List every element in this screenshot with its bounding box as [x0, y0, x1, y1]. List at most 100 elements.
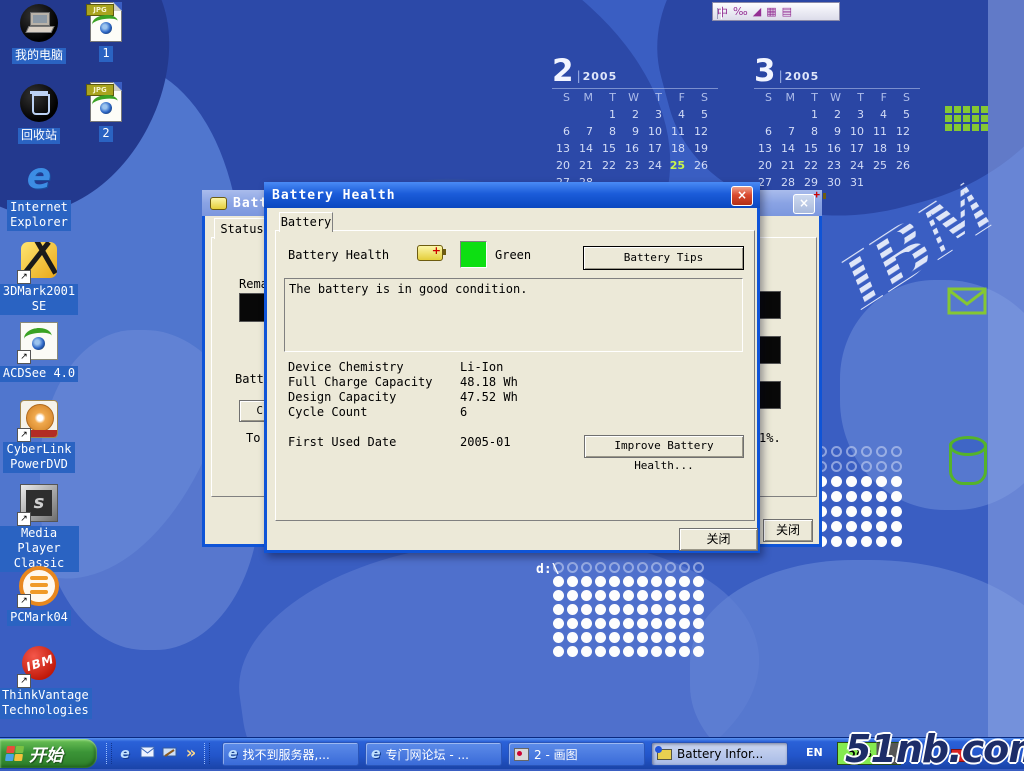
- improve-battery-health-button[interactable]: Improve Battery Health...: [584, 435, 744, 458]
- task-button-server-not-found[interactable]: e 找不到服务器,...: [222, 742, 359, 766]
- dialog-title: Battery Health: [272, 188, 396, 203]
- desktop-icon-jpg-1[interactable]: JPG 1: [78, 2, 134, 62]
- close-button[interactable]: 关闭: [679, 528, 758, 551]
- quicklaunch-grip[interactable]: [106, 743, 112, 764]
- desktop-icon-jpg-2[interactable]: JPG 2: [78, 82, 134, 142]
- quicklaunch-show-desktop-icon[interactable]: [160, 743, 178, 763]
- calendar-day: 18: [667, 142, 690, 155]
- desktop-icon-3dmark2001[interactable]: 3DMark2001 SE: [0, 242, 79, 315]
- language-bar-grip[interactable]: [717, 8, 722, 19]
- first-used-label: First Used Date: [288, 435, 396, 449]
- close-icon[interactable]: ×: [793, 194, 815, 214]
- health-status-text: Green: [495, 248, 531, 262]
- cylinder-icon: [949, 441, 987, 485]
- taskband-grip[interactable]: [204, 743, 210, 764]
- battery-health-icon: [417, 245, 443, 261]
- calendar-day: 23: [621, 159, 644, 172]
- desktop-icon-recycle-bin[interactable]: 回收站: [0, 84, 79, 144]
- calendar-day: [869, 176, 892, 189]
- windows-logo-icon: [5, 746, 25, 762]
- calendar-day: 14: [777, 142, 800, 155]
- task-button-battery-information[interactable]: Battery Infor...: [651, 742, 788, 766]
- envelope-icon: [947, 287, 987, 315]
- desktop-icon-my-computer[interactable]: 我的电脑: [0, 4, 79, 64]
- battery-health-label: Battery Health: [288, 248, 389, 262]
- calendar-weekday: W: [621, 91, 644, 104]
- calendar-day: 3: [846, 108, 869, 121]
- task-button-paint[interactable]: 2 - 画图: [508, 742, 645, 766]
- ime-mode-icon[interactable]: ‰: [733, 5, 748, 18]
- ie-icon: e: [371, 746, 381, 762]
- keyboard-icon[interactable]: ▦: [766, 5, 776, 18]
- desktop-icon-acdsee[interactable]: ACDSee 4.0: [0, 322, 79, 382]
- task-label: Battery Infor...: [677, 747, 763, 761]
- desktop-icon-powerdvd[interactable]: CyberLink PowerDVD: [0, 400, 79, 473]
- calendar-day: [575, 108, 598, 121]
- calendar-weekday: W: [823, 91, 846, 104]
- calendar-day: 14: [575, 142, 598, 155]
- calendar-day: 13: [754, 142, 777, 155]
- internet-explorer-icon: e: [27, 156, 51, 197]
- desktop-icon-pcmark04[interactable]: PCMark04: [0, 564, 79, 626]
- calendar-day: 16: [621, 142, 644, 155]
- quicklaunch-mail-icon[interactable]: [138, 743, 156, 763]
- calendar-day: 13: [552, 142, 575, 155]
- close-button[interactable]: 关闭: [763, 519, 813, 542]
- calendar-day: 10: [644, 125, 667, 138]
- calendar-day: 1: [598, 108, 621, 121]
- quicklaunch-ie-icon[interactable]: e: [116, 743, 134, 763]
- calendar-weekday: F: [667, 91, 690, 104]
- pen-icon[interactable]: ◢: [753, 5, 761, 18]
- media-player-classic-icon: s: [20, 484, 58, 522]
- ie-icon: e: [228, 746, 238, 762]
- calendar-february: 2 | 2005 SMTWTFS123456789101112131415161…: [552, 54, 722, 189]
- battery-tips-button[interactable]: Battery Tips: [583, 246, 744, 270]
- ime-menu-icon[interactable]: ▤: [782, 5, 792, 18]
- task-button-forum[interactable]: e 专门网论坛 - ...: [365, 742, 502, 766]
- calendar-day: 16: [823, 142, 846, 155]
- calendar-day: 2: [823, 108, 846, 121]
- start-button[interactable]: 开始: [0, 739, 97, 768]
- thinkvantage-ibm-icon: IBM: [22, 646, 56, 680]
- desktop-icon-internet-explorer[interactable]: e Internet Explorer: [0, 158, 79, 231]
- calendar-day: 21: [777, 159, 800, 172]
- acdsee-icon: [20, 322, 58, 360]
- calendar-day: 26: [690, 159, 713, 172]
- calendar-day: [892, 176, 915, 189]
- calendar-day: [552, 108, 575, 121]
- language-bar[interactable]: 中 ‰ ◢ ▦ ▤: [712, 2, 840, 21]
- watermark: 51nb.com: [845, 727, 1024, 771]
- detail-value: 47.52 Wh: [460, 390, 518, 404]
- battery-health-dialog: Battery Health × Battery Battery Health …: [264, 182, 760, 553]
- detail-label: Design Capacity: [288, 390, 396, 404]
- calendar-day: 21: [575, 159, 598, 172]
- battery-dialog-icon: [210, 197, 227, 210]
- tab-status[interactable]: Status: [214, 218, 270, 239]
- calendar-day: 25: [667, 159, 690, 172]
- calendar-day: 12: [892, 125, 915, 138]
- calendar-weekday: S: [754, 91, 777, 104]
- calendar-weekday: S: [892, 91, 915, 104]
- calendar-rule: [552, 88, 718, 89]
- icon-label: 3DMark2001 SE: [0, 284, 78, 315]
- jpg-file-icon: JPG: [90, 2, 122, 42]
- tab-battery[interactable]: Battery: [279, 212, 333, 232]
- calendar-day: 6: [552, 125, 575, 138]
- drive-label: d:\: [536, 562, 559, 577]
- task-label: 专门网论坛 - ...: [386, 746, 469, 763]
- dialog-titlebar[interactable]: Battery Health: [264, 182, 760, 208]
- calendar-grid: SMTWTFS123456789101112131415161718192021…: [552, 91, 722, 189]
- desktop-icon-media-player-classic[interactable]: s Media Player Classic: [0, 484, 79, 572]
- my-computer-icon: [20, 4, 58, 42]
- calendar-month-number: 3: [754, 56, 776, 86]
- icon-label: CyberLink PowerDVD: [3, 442, 74, 473]
- battery-gauge-segment: [758, 336, 781, 364]
- recycle-bin-icon: [20, 84, 58, 122]
- 3dmark-icon: [21, 242, 57, 278]
- desktop-icon-thinkvantage[interactable]: IBM ThinkVantage Technologies: [0, 644, 79, 719]
- close-icon[interactable]: ×: [731, 186, 753, 206]
- calendar-day: 9: [823, 125, 846, 138]
- quicklaunch-chevron-icon[interactable]: »: [182, 743, 200, 763]
- calendar-day: 22: [800, 159, 823, 172]
- language-indicator[interactable]: EN: [806, 746, 823, 759]
